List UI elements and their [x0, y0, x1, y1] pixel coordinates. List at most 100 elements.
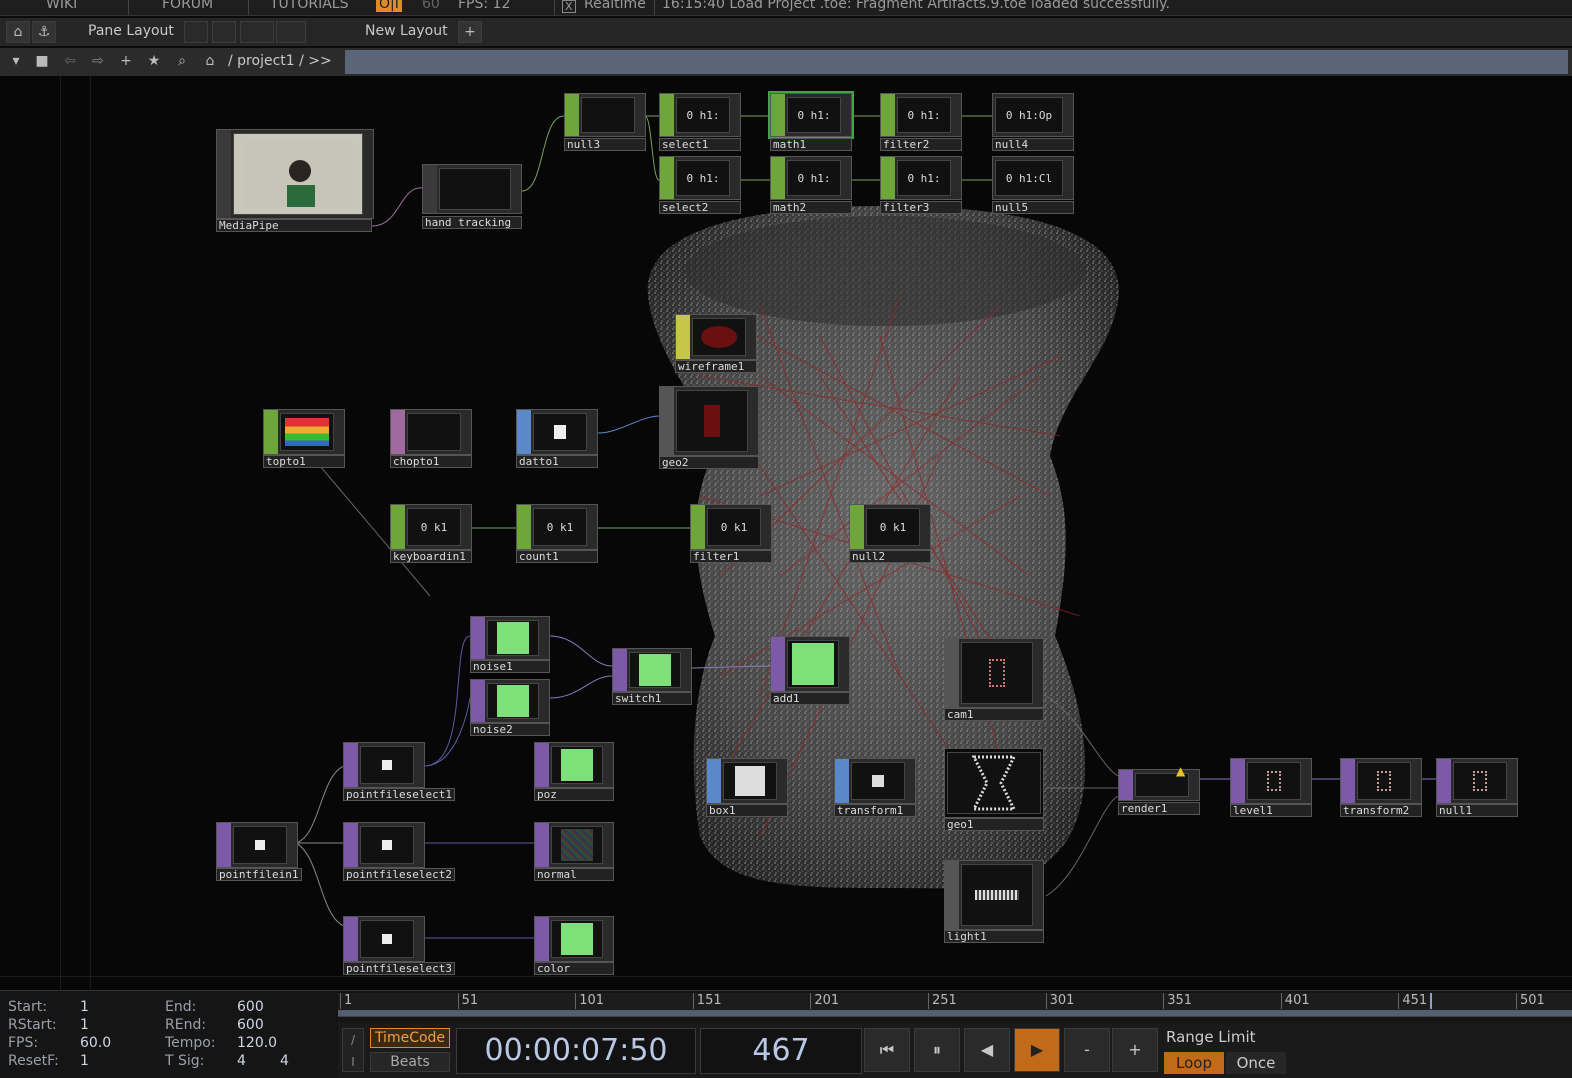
- tsig-denominator[interactable]: 4: [280, 1053, 289, 1069]
- transform1-node[interactable]: [834, 758, 916, 804]
- node-flags[interactable]: [535, 823, 549, 867]
- network-editor[interactable]: MediaPipe hand_tracking null3 0 h1: sele…: [0, 76, 1572, 990]
- filter3-node[interactable]: 0 h1:: [880, 156, 962, 200]
- node-flags[interactable]: [217, 823, 231, 867]
- count1-node[interactable]: 0 k1: [516, 504, 598, 550]
- node-flags[interactable]: [565, 94, 579, 136]
- rend-field[interactable]: REnd:: [165, 1017, 206, 1033]
- home-icon[interactable]: ⌂: [198, 51, 222, 73]
- resetf-value[interactable]: 1: [80, 1053, 89, 1069]
- math2-node[interactable]: 0 h1:: [770, 156, 852, 200]
- node-flags[interactable]: [391, 505, 405, 549]
- pointfileselect2-node[interactable]: [343, 822, 425, 868]
- end-value[interactable]: 600: [237, 999, 264, 1015]
- node-flags[interactable]: [945, 861, 959, 929]
- light1-node[interactable]: [944, 860, 1044, 930]
- tempo-field[interactable]: Tempo:: [165, 1035, 216, 1051]
- cam1-node[interactable]: [944, 638, 1044, 708]
- add-layout-button[interactable]: +: [458, 21, 482, 43]
- null4-node[interactable]: 0 h1:Op: [992, 93, 1074, 137]
- layout-single-button[interactable]: [184, 21, 208, 43]
- node-flags[interactable]: [945, 639, 959, 707]
- stop-icon[interactable]: ■: [30, 51, 54, 73]
- node-flags[interactable]: [881, 94, 895, 136]
- once-toggle[interactable]: Once: [1226, 1052, 1286, 1074]
- menu-forum[interactable]: FORUM: [162, 0, 213, 12]
- node-flags[interactable]: [1341, 759, 1355, 803]
- fps-value[interactable]: 60.0: [80, 1035, 111, 1051]
- null2-node[interactable]: 0 k1: [849, 504, 931, 550]
- normal-node[interactable]: [534, 822, 614, 868]
- path-bar[interactable]: [345, 50, 1568, 74]
- node-flags[interactable]: [344, 917, 358, 961]
- switch1-node[interactable]: [612, 648, 692, 692]
- pointfileselect3-node[interactable]: [343, 916, 425, 962]
- tsig-numerator[interactable]: 4: [237, 1053, 246, 1069]
- star-icon[interactable]: ★: [142, 51, 166, 73]
- pane-type-icon[interactable]: ⌂: [6, 21, 30, 43]
- pause-button[interactable]: ⏸: [914, 1028, 960, 1072]
- back-icon[interactable]: ⇦: [58, 51, 82, 73]
- node-flags[interactable]: [771, 94, 785, 136]
- topto1-node[interactable]: [263, 409, 345, 455]
- end-field[interactable]: End:: [165, 999, 196, 1015]
- node-flags[interactable]: [660, 387, 674, 455]
- node-flags[interactable]: [850, 505, 864, 549]
- timeline-mode-icon[interactable]: / I: [342, 1028, 364, 1072]
- timecode-toggle[interactable]: TimeCode: [370, 1028, 450, 1048]
- chevron-down-icon[interactable]: ▾: [4, 51, 28, 73]
- datto1-node[interactable]: [516, 409, 598, 455]
- node-flags[interactable]: [264, 410, 278, 454]
- node-flags[interactable]: [1231, 759, 1245, 803]
- realtime-checkbox[interactable]: X: [562, 0, 576, 13]
- playhead[interactable]: [1430, 993, 1432, 1009]
- timecode-display[interactable]: 00:00:07:50: [456, 1028, 696, 1074]
- node-flags[interactable]: [881, 157, 895, 199]
- node-flags[interactable]: [217, 130, 231, 218]
- geo2-node[interactable]: [659, 386, 759, 456]
- node-flags[interactable]: [391, 410, 405, 454]
- chopto1-node[interactable]: [390, 409, 472, 455]
- null5-node[interactable]: 0 h1:Cl: [992, 156, 1074, 200]
- node-flags[interactable]: [660, 94, 674, 136]
- node-flags[interactable]: [517, 410, 531, 454]
- node-flags[interactable]: [471, 680, 485, 722]
- step-back-button[interactable]: ◀: [964, 1028, 1010, 1072]
- loop-toggle[interactable]: Loop: [1164, 1052, 1224, 1074]
- speed-up-button[interactable]: +: [1112, 1028, 1158, 1072]
- box1-node[interactable]: [706, 758, 788, 804]
- warning-icon[interactable]: ▲: [1176, 764, 1185, 778]
- start-field[interactable]: Start:: [8, 999, 47, 1015]
- start-value[interactable]: 1: [80, 999, 89, 1015]
- node-flags[interactable]: [471, 617, 485, 659]
- node-flags[interactable]: [535, 743, 549, 787]
- node-flags[interactable]: [344, 743, 358, 787]
- node-flags[interactable]: [423, 165, 437, 213]
- forward-icon[interactable]: ⇨: [86, 51, 110, 73]
- node-flags[interactable]: [771, 637, 785, 691]
- select2-node[interactable]: 0 h1:: [659, 156, 741, 200]
- speed-down-button[interactable]: -: [1064, 1028, 1110, 1072]
- timeline-ruler[interactable]: 1 51 101 151 201 251 301 351 401 451 501: [338, 993, 1572, 1017]
- transform2-node[interactable]: [1340, 758, 1422, 804]
- layout-quad-button[interactable]: [276, 21, 306, 43]
- node-flags[interactable]: [344, 823, 358, 867]
- node-flags[interactable]: [707, 759, 721, 803]
- network-path[interactable]: / project1 / >>: [228, 53, 332, 69]
- range-bar[interactable]: [338, 1010, 1572, 1016]
- play-button[interactable]: ▶: [1014, 1028, 1060, 1072]
- tempo-value[interactable]: 120.0: [237, 1035, 277, 1051]
- node-flags[interactable]: [1437, 759, 1451, 803]
- noise1-node[interactable]: [470, 616, 550, 660]
- node-flags[interactable]: [517, 505, 531, 549]
- filter2-node[interactable]: 0 h1:: [880, 93, 962, 137]
- add-icon[interactable]: +: [114, 51, 138, 73]
- rstart-value[interactable]: 1: [80, 1017, 89, 1033]
- keyboardin1-node[interactable]: 0 k1: [390, 504, 472, 550]
- menu-tutorials[interactable]: TUTORIALS: [270, 0, 349, 12]
- perf-monitor-button[interactable]: O|I: [376, 0, 402, 12]
- layout-split-v-button[interactable]: [212, 21, 236, 43]
- beats-toggle[interactable]: Beats: [370, 1052, 450, 1072]
- layout-split-h-button[interactable]: [240, 21, 274, 43]
- node-flags[interactable]: [691, 505, 705, 549]
